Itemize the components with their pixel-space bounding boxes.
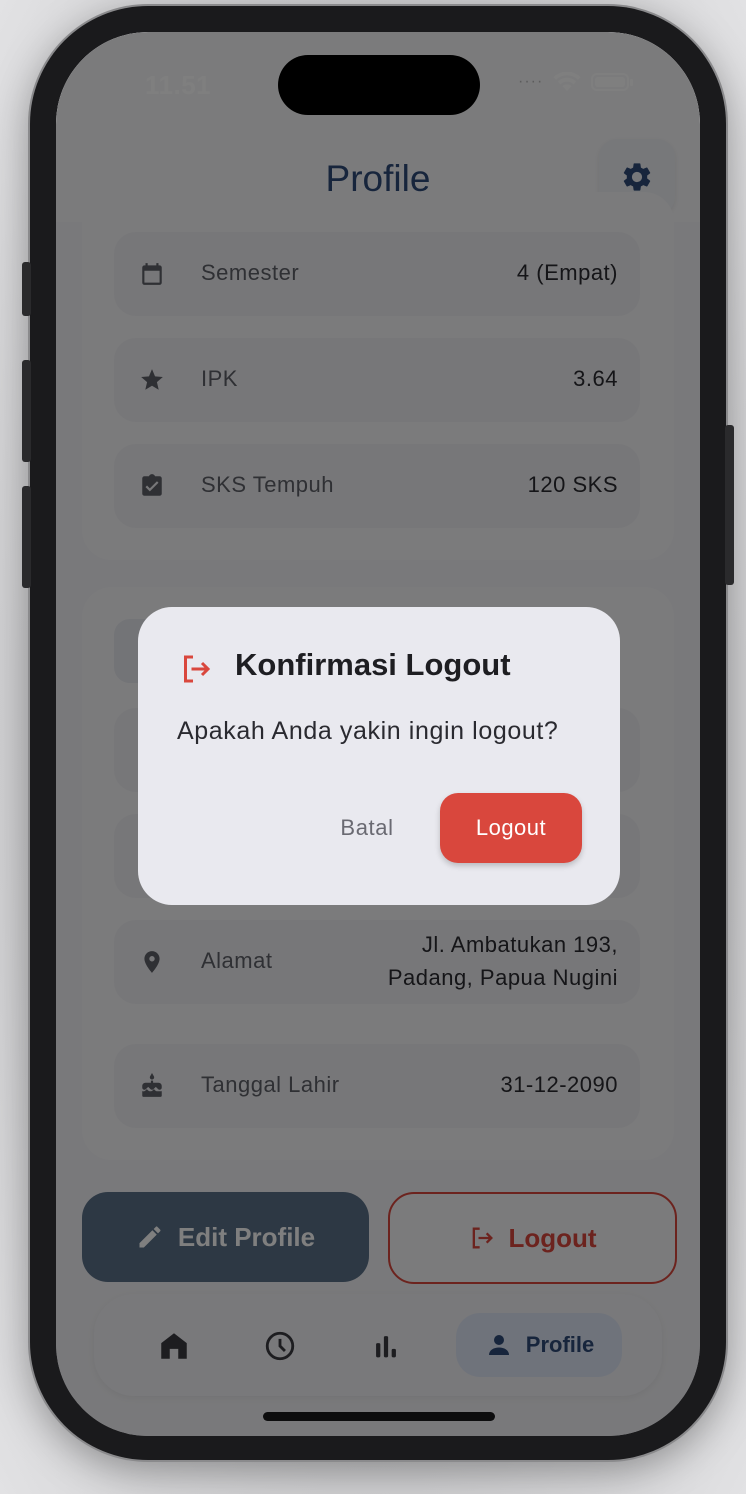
dialog-title: Konfirmasi Logout [235, 647, 511, 682]
power-button [725, 425, 734, 585]
volume-down-button [22, 486, 31, 588]
confirm-logout-button[interactable]: Logout [440, 793, 582, 863]
logout-icon [184, 655, 211, 683]
volume-up-button [22, 360, 31, 462]
cancel-button[interactable]: Batal [322, 793, 412, 863]
logout-dialog: Konfirmasi Logout Apakah Anda yakin ingi… [138, 607, 620, 905]
action-button [22, 262, 31, 316]
dialog-message: Apakah Anda yakin ingin logout? [177, 717, 559, 745]
app-screen: 11.51 ···· Profile Semester 4 (Empat) IP… [56, 32, 700, 1436]
